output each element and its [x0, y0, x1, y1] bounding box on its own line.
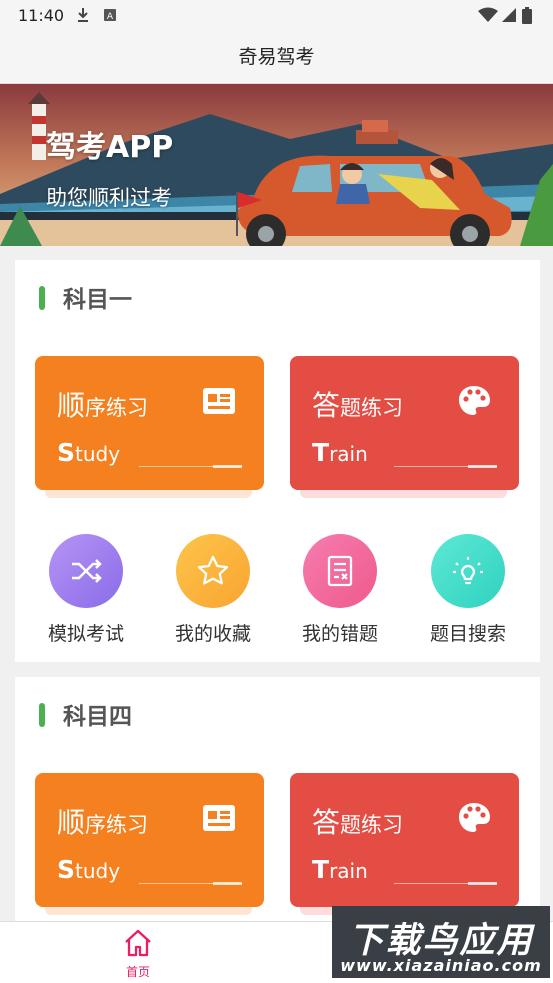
card-title: 顺序练习 — [57, 806, 149, 839]
star-icon — [197, 555, 229, 585]
watermark-url: www.xiazainiao.com — [340, 956, 542, 975]
signal-icon — [502, 8, 516, 22]
quick-action-circle — [176, 534, 250, 608]
quiz-practice-card[interactable]: 答题练习 Train — [290, 356, 519, 490]
svg-text:A: A — [107, 12, 114, 22]
card-subtitle: Train — [312, 438, 368, 467]
status-bar: 11:40 A — [0, 0, 553, 30]
watermark: 下载鸟应用 www.xiazainiao.com — [332, 906, 550, 978]
mock-exam-button[interactable]: 模拟考试 — [31, 534, 141, 646]
wrong-list-icon — [327, 555, 353, 587]
palette-icon — [459, 386, 490, 415]
sequential-practice-card[interactable]: 顺序练习 Study — [35, 773, 264, 907]
id-card-icon — [203, 388, 235, 414]
card-title: 顺序练习 — [57, 389, 149, 422]
section-subject-four: 科目四 顺序练习 Study 答题练习 Train — [15, 677, 540, 927]
card-divider-accent — [213, 465, 242, 468]
quick-action-circle — [431, 534, 505, 608]
question-search-button[interactable]: 题目搜索 — [413, 534, 523, 646]
shuffle-icon — [72, 559, 102, 583]
nav-home-label: 首页 — [125, 965, 150, 979]
quick-action-label: 我的错题 — [301, 623, 378, 645]
home-icon — [125, 929, 151, 957]
quiz-practice-card[interactable]: 答题练习 Train — [290, 773, 519, 907]
quick-action-label: 我的收藏 — [174, 623, 251, 645]
lightbulb-icon — [453, 557, 483, 585]
quick-action-circle — [303, 534, 377, 608]
section-subject-one: 科目一 顺序练习 Study 答题练习 Train 模拟考试 我的收藏 我的错题 — [15, 260, 540, 662]
my-favorites-button[interactable]: 我的收藏 — [158, 534, 268, 646]
palette-icon — [459, 803, 490, 832]
section-title: 科目一 — [63, 287, 132, 313]
card-divider-accent — [213, 882, 242, 885]
card-subtitle: Study — [57, 855, 121, 884]
notification-a-icon: A — [104, 9, 116, 22]
card-subtitle: Study — [57, 438, 121, 467]
section-title: 科目四 — [63, 704, 132, 730]
banner[interactable]: 驾考APP 助您顺利过考 — [0, 84, 553, 246]
my-mistakes-button[interactable]: 我的错题 — [285, 534, 395, 646]
sequential-practice-card[interactable]: 顺序练习 Study — [35, 356, 264, 490]
banner-title: 驾考APP — [46, 130, 174, 165]
card-subtitle: Train — [312, 855, 368, 884]
quick-action-circle — [49, 534, 123, 608]
card-title: 答题练习 — [312, 806, 404, 839]
page-title: 奇易驾考 — [238, 46, 315, 68]
nav-home-tab[interactable]: 首页 — [106, 928, 170, 980]
card-title: 答题练习 — [312, 389, 404, 422]
battery-icon — [522, 7, 532, 24]
app-header: 奇易驾考 — [0, 30, 553, 84]
download-icon — [78, 8, 88, 22]
id-card-icon — [203, 805, 235, 831]
quick-action-label: 模拟考试 — [47, 623, 124, 645]
quick-action-label: 题目搜索 — [429, 623, 506, 645]
status-time: 11:40 — [18, 6, 65, 25]
card-divider-accent — [468, 465, 497, 468]
wifi-icon — [478, 7, 498, 22]
banner-subtitle: 助您顺利过考 — [46, 186, 172, 210]
section-marker — [39, 286, 45, 310]
section-marker — [39, 703, 45, 727]
card-divider-accent — [468, 882, 497, 885]
